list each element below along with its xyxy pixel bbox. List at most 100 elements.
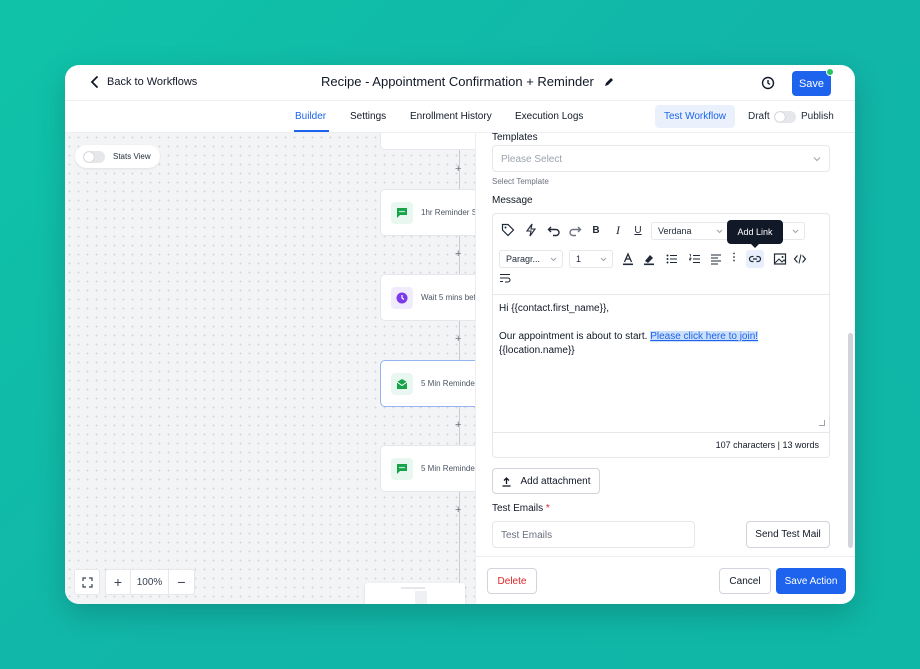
cancel-button[interactable]: Cancel bbox=[719, 568, 771, 594]
align-left-icon[interactable] bbox=[709, 252, 723, 266]
draft-label: Draft bbox=[748, 111, 770, 122]
test-emails-input[interactable]: Test Emails bbox=[492, 521, 695, 548]
publish-toggle[interactable] bbox=[774, 111, 796, 123]
line-height-select[interactable]: 1 bbox=[569, 250, 613, 268]
image-icon[interactable] bbox=[773, 252, 787, 266]
node-label: Wait 5 mins bef bbox=[421, 293, 475, 302]
lightning-icon[interactable] bbox=[524, 223, 538, 237]
plus-icon: + bbox=[113, 574, 123, 590]
add-step-plus[interactable]: + bbox=[455, 504, 461, 516]
panel-scrollbar[interactable] bbox=[848, 333, 853, 548]
tab-bar: Builder Settings Enrollment History Exec… bbox=[65, 101, 855, 133]
add-step-plus[interactable]: + bbox=[455, 163, 461, 175]
tag-icon[interactable] bbox=[501, 223, 515, 237]
add-step-plus[interactable]: + bbox=[455, 248, 461, 260]
add-step-plus[interactable]: + bbox=[455, 419, 461, 431]
chevron-down-icon bbox=[813, 157, 821, 162]
stats-toggle-switch[interactable] bbox=[83, 150, 105, 163]
template-select[interactable]: Please Select bbox=[492, 145, 830, 172]
chevron-down-icon bbox=[600, 257, 607, 262]
history-icon[interactable] bbox=[761, 76, 775, 90]
action-panel: Templates Please Select Select Template … bbox=[475, 132, 855, 604]
text-wrap-icon[interactable] bbox=[498, 271, 512, 285]
bullet-list-icon[interactable] bbox=[665, 252, 679, 266]
message-link[interactable]: Please click here to join! bbox=[650, 331, 759, 342]
test-emails-label: Test Emails * bbox=[492, 503, 550, 514]
minus-icon: − bbox=[177, 574, 186, 590]
test-workflow-button[interactable]: Test Workflow bbox=[655, 105, 735, 128]
templates-label: Templates bbox=[492, 132, 538, 143]
workflow-title: Recipe - Appointment Confirmation + Remi… bbox=[321, 74, 594, 89]
email-icon bbox=[391, 372, 413, 395]
template-placeholder: Please Select bbox=[501, 154, 563, 165]
message-line: {{location.name}} bbox=[499, 345, 575, 356]
chat-icon bbox=[391, 201, 413, 224]
text-color-icon[interactable] bbox=[621, 252, 635, 266]
zoom-out-button[interactable]: − bbox=[169, 569, 195, 595]
workflow-canvas[interactable]: Stats View + 1hr Reminder S + Wait 5 min… bbox=[65, 133, 475, 604]
link-icon bbox=[748, 255, 762, 263]
save-action-button[interactable]: Save Action bbox=[776, 568, 846, 594]
chevron-down-icon bbox=[716, 229, 723, 234]
tab-execution-logs[interactable]: Execution Logs bbox=[515, 111, 583, 122]
bold-icon[interactable]: B bbox=[589, 223, 603, 237]
node-label: 5 Min Reminder bbox=[421, 379, 475, 388]
paragraph-style-value: Paragr... bbox=[506, 254, 541, 264]
add-link-button[interactable] bbox=[746, 250, 764, 268]
add-attachment-button[interactable]: Add attachment bbox=[492, 468, 600, 494]
send-test-mail-button[interactable]: Send Test Mail bbox=[746, 521, 830, 548]
tab-builder[interactable]: Builder bbox=[295, 111, 326, 122]
minimap-preview bbox=[401, 587, 427, 604]
workflow-window: Back to Workflows Recipe - Appointment C… bbox=[65, 65, 855, 604]
back-to-workflows-link[interactable]: Back to Workflows bbox=[89, 75, 197, 89]
zoom-in-button[interactable]: + bbox=[105, 569, 131, 595]
stats-view-label: Stats View bbox=[113, 152, 151, 161]
workflow-node[interactable]: Wait 5 mins bef bbox=[380, 274, 475, 321]
workflow-node[interactable]: 5 Min Reminder bbox=[380, 445, 475, 492]
code-icon[interactable] bbox=[793, 252, 807, 266]
paragraph-style-select[interactable]: Paragr... bbox=[499, 250, 563, 268]
tab-settings[interactable]: Settings bbox=[350, 111, 386, 122]
back-label: Back to Workflows bbox=[107, 76, 198, 88]
more-options-icon[interactable]: ⋮ bbox=[727, 250, 741, 264]
message-text: Our appointment is about to start. bbox=[499, 331, 651, 342]
undo-icon[interactable] bbox=[547, 223, 561, 237]
add-step-plus[interactable]: + bbox=[455, 333, 461, 345]
template-hint: Select Template bbox=[492, 177, 549, 186]
font-family-select[interactable]: Verdana bbox=[651, 222, 729, 240]
add-link-tooltip: Add Link bbox=[727, 220, 783, 248]
character-counter: 107 characters | 13 words bbox=[493, 432, 829, 457]
resize-handle[interactable] bbox=[819, 420, 825, 426]
node-label: 1hr Reminder S bbox=[421, 208, 475, 217]
status-dot bbox=[826, 68, 834, 76]
underline-icon[interactable]: U bbox=[631, 223, 645, 237]
delete-button[interactable]: Delete bbox=[487, 568, 537, 594]
message-body[interactable]: Hi {{contact.first_name}}, Our appointme… bbox=[499, 302, 759, 358]
message-line: Hi {{contact.first_name}}, bbox=[499, 303, 610, 314]
redo-icon[interactable] bbox=[568, 223, 582, 237]
zoom-controls: + 100% − bbox=[74, 569, 195, 595]
stats-view-toggle[interactable]: Stats View bbox=[75, 145, 160, 168]
upload-icon bbox=[502, 476, 511, 487]
save-button[interactable]: Save bbox=[792, 71, 831, 96]
italic-icon[interactable]: I bbox=[611, 223, 625, 237]
fit-view-button[interactable] bbox=[74, 569, 100, 595]
top-bar: Back to Workflows Recipe - Appointment C… bbox=[65, 65, 855, 101]
workflow-node-top[interactable] bbox=[380, 133, 475, 150]
minimap[interactable] bbox=[365, 583, 465, 604]
numbered-list-icon[interactable] bbox=[688, 252, 702, 266]
panel-footer: Delete Cancel Save Action bbox=[476, 556, 855, 604]
page-title: Recipe - Appointment Confirmation + Remi… bbox=[321, 74, 614, 89]
workflow-node-selected[interactable]: 5 Min Reminder bbox=[380, 360, 475, 407]
font-family-value: Verdana bbox=[658, 226, 692, 236]
zoom-level: 100% bbox=[131, 569, 169, 595]
workflow-node[interactable]: 1hr Reminder S bbox=[380, 189, 475, 236]
active-tab-indicator bbox=[294, 130, 329, 132]
line-height-value: 1 bbox=[576, 254, 582, 264]
highlight-icon[interactable] bbox=[642, 252, 656, 266]
test-emails-label-text: Test Emails bbox=[492, 503, 544, 514]
pencil-icon[interactable] bbox=[604, 77, 614, 87]
toolbar-divider bbox=[493, 294, 829, 295]
tab-enrollment-history[interactable]: Enrollment History bbox=[410, 111, 492, 122]
chevron-left-icon bbox=[90, 76, 98, 88]
